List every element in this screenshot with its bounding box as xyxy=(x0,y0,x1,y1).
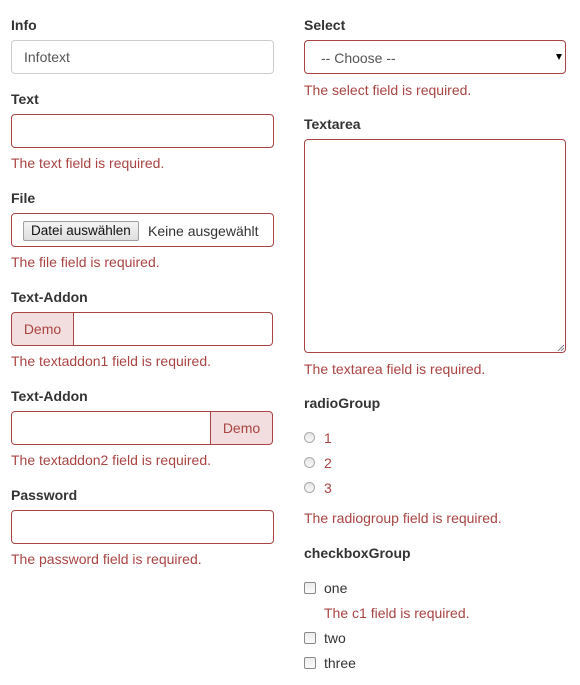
checkbox-option-label: two xyxy=(324,630,346,646)
file-input[interactable]: Datei auswählen Keine ausgewählt xyxy=(11,213,274,247)
radiogroup: radioGroup 1 2 3 The radiogroup field is… xyxy=(304,394,566,526)
textarea-label: Textarea xyxy=(304,116,361,132)
chevron-down-icon xyxy=(556,54,562,60)
textarea-group: Textarea The textarea field is required. xyxy=(304,115,566,378)
file-status-text: Keine ausgewählt xyxy=(148,223,259,239)
textaddon2-input[interactable] xyxy=(11,411,211,445)
file-choose-button[interactable]: Datei auswählen xyxy=(23,221,139,241)
select-error: The select field is required. xyxy=(304,82,472,98)
textaddon1-input-group: Demo xyxy=(11,312,274,346)
textarea-error: The textarea field is required. xyxy=(304,361,486,377)
password-input[interactable] xyxy=(11,510,274,544)
radiogroup-label: radioGroup xyxy=(304,395,381,411)
checkbox-option-label: one xyxy=(324,580,348,596)
checkbox-option-label: three xyxy=(324,655,356,671)
checkbox[interactable] xyxy=(304,632,316,644)
radio-button[interactable] xyxy=(304,482,315,493)
textaddon2-group: Text-Addon Demo The textaddon2 field is … xyxy=(11,387,274,469)
password-label: Password xyxy=(11,487,78,503)
select-group: Select -- Choose -- The select field is … xyxy=(304,16,566,99)
radio-button[interactable] xyxy=(304,432,315,443)
info-group: Info Infotext xyxy=(11,16,274,74)
textaddon1-group: Text-Addon Demo The textaddon1 field is … xyxy=(11,288,274,370)
textaddon2-error: The textaddon2 field is required. xyxy=(11,452,212,468)
radio-option-label: 2 xyxy=(324,455,332,471)
textaddon1-label: Text-Addon xyxy=(11,289,88,305)
radiogroup-error: The radiogroup field is required. xyxy=(304,510,502,526)
info-label: Info xyxy=(11,17,37,33)
checkboxgroup-label: checkboxGroup xyxy=(304,545,411,561)
textaddon1-error: The textaddon1 field is required. xyxy=(11,353,212,369)
textaddon2-input-group: Demo xyxy=(11,411,274,445)
checkboxgroup: checkboxGroup one The c1 field is requir… xyxy=(304,544,566,671)
textaddon1-addon: Demo xyxy=(11,312,74,346)
select-dropdown[interactable]: -- Choose -- xyxy=(304,40,566,74)
select-label: Select xyxy=(304,17,346,33)
text-label: Text xyxy=(11,91,39,107)
textaddon2-addon: Demo xyxy=(210,411,273,445)
checkbox[interactable] xyxy=(304,657,316,669)
file-error: The file field is required. xyxy=(11,254,160,270)
select-value: -- Choose -- xyxy=(321,50,396,66)
file-group: File Datei auswählen Keine ausgewählt Th… xyxy=(11,189,274,271)
resize-grip-icon[interactable] xyxy=(557,344,564,351)
file-label: File xyxy=(11,190,36,206)
radio-button[interactable] xyxy=(304,457,315,468)
textarea-input[interactable] xyxy=(304,139,566,353)
password-group: Password The password field is required. xyxy=(11,486,274,568)
text-input[interactable] xyxy=(11,114,274,148)
textaddon1-input[interactable] xyxy=(73,312,273,346)
radio-option-label: 3 xyxy=(324,480,332,496)
radio-option-label: 1 xyxy=(324,430,332,446)
text-group: Text The text field is required. xyxy=(11,90,274,172)
text-error: The text field is required. xyxy=(11,155,165,171)
info-input[interactable]: Infotext xyxy=(11,40,274,74)
checkbox-one-error: The c1 field is required. xyxy=(324,605,470,621)
checkbox[interactable] xyxy=(304,582,316,594)
textaddon2-label: Text-Addon xyxy=(11,388,88,404)
password-error: The password field is required. xyxy=(11,551,202,567)
